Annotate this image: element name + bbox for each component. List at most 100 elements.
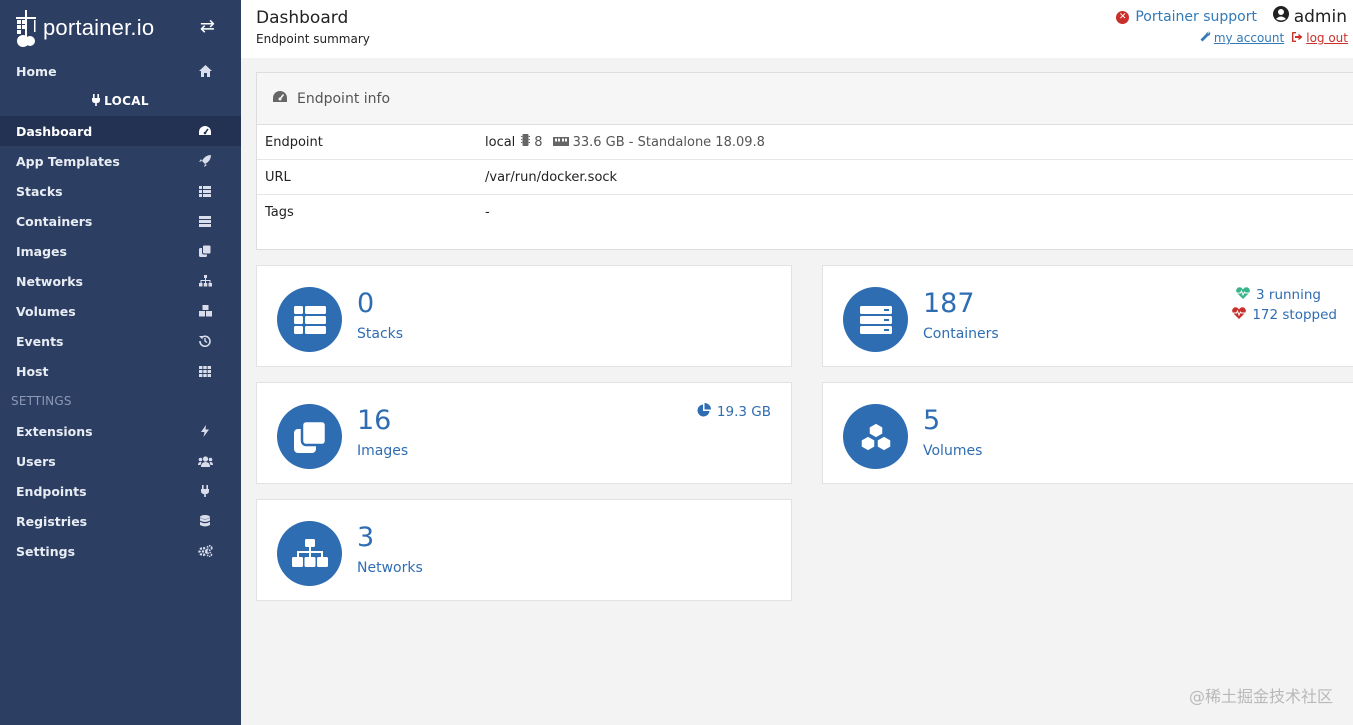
stacks-widget-icon: [277, 287, 342, 352]
support-link[interactable]: ✕ Portainer support: [1116, 9, 1257, 25]
url-key: URL: [265, 169, 291, 185]
images-widget[interactable]: 16 Images 19.3 GB: [256, 382, 792, 484]
sidebar-item-networks[interactable]: Networks: [0, 266, 241, 296]
url-value: /var/run/docker.sock: [485, 169, 618, 185]
sidebar-item-users[interactable]: Users: [0, 446, 241, 476]
tags-key: Tags: [265, 205, 294, 220]
sidebar-settings-heading: SETTINGS: [11, 394, 72, 408]
sidebar-toggle-icon[interactable]: ⇄: [200, 16, 215, 37]
images-count: 16: [357, 405, 392, 436]
th-icon: [197, 364, 213, 378]
sidebar: portainer.io ⇄ Home LOCAL Dashboard App …: [0, 0, 241, 725]
plug-icon: [197, 484, 213, 498]
sidebar-item-registries[interactable]: Registries: [0, 506, 241, 536]
sidebar-item-label: Extensions: [16, 423, 93, 439]
database-icon: [197, 514, 213, 528]
sitemap-icon: [197, 274, 213, 288]
memory-info: 33.6 GB - Standalone 18.09.8: [552, 134, 765, 150]
my-account-link[interactable]: my account: [1200, 31, 1284, 45]
endpoint-info-header: Endpoint info: [257, 73, 1353, 125]
memory-value: 33.6 GB - Standalone 18.09.8: [572, 134, 765, 150]
heartbeat-icon: [1236, 287, 1250, 303]
sidebar-item-images[interactable]: Images: [0, 236, 241, 266]
sidebar-item-label: Networks: [16, 273, 83, 289]
volumes-label: Volumes: [923, 443, 983, 459]
sidebar-item-home[interactable]: Home: [0, 56, 241, 86]
volumes-count: 5: [923, 405, 941, 436]
pie-chart-icon: [697, 403, 711, 421]
images-size-value: 19.3 GB: [716, 404, 771, 420]
tags-value: -: [485, 205, 490, 220]
containers-label: Containers: [923, 326, 999, 342]
cubes-icon: [197, 304, 213, 318]
username: admin: [1293, 6, 1347, 27]
networks-count: 3: [357, 522, 375, 553]
tachometer-icon: [272, 90, 288, 107]
networks-label: Networks: [357, 560, 423, 576]
sidebar-item-label: Users: [16, 453, 56, 469]
sidebar-item-app-templates[interactable]: App Templates: [0, 146, 241, 176]
stacks-count: 0: [357, 288, 375, 319]
sidebar-item-label: App Templates: [16, 153, 120, 169]
brand: portainer.io ⇄: [0, 0, 241, 56]
stacks-label: Stacks: [357, 326, 404, 342]
sidebar-endpoint-label: LOCAL: [0, 86, 241, 116]
sidebar-item-label: Dashboard: [16, 123, 93, 139]
page-header: Dashboard Endpoint summary ✕ Portainer s…: [241, 0, 1353, 58]
logout-label: log out: [1306, 31, 1348, 45]
history-icon: [197, 334, 213, 348]
sidebar-item-settings[interactable]: Settings: [0, 536, 241, 566]
stacks-widget[interactable]: 0 Stacks: [256, 265, 792, 367]
sidebar-item-dashboard[interactable]: Dashboard: [0, 116, 241, 146]
sidebar-item-host[interactable]: Host: [0, 356, 241, 386]
support-label: Portainer support: [1135, 9, 1257, 25]
volumes-widget[interactable]: 5 Volumes: [822, 382, 1353, 484]
sidebar-item-label: Settings: [16, 543, 76, 559]
users-icon: [197, 454, 213, 468]
containers-count: 187: [923, 288, 975, 319]
portainer-logo-icon: [14, 8, 40, 48]
th-list-icon: [197, 184, 213, 198]
url-row: URL /var/run/docker.sock: [257, 160, 1353, 195]
heartbeat-icon: [1232, 307, 1247, 323]
sidebar-item-label: Host: [16, 363, 49, 379]
user-circle-icon: [1272, 6, 1289, 27]
home-icon: [197, 64, 213, 78]
sign-out-icon: [1292, 31, 1303, 45]
sidebar-item-stacks[interactable]: Stacks: [0, 176, 241, 206]
endpoint-name: LOCAL: [104, 94, 149, 108]
containers-widget-icon: [843, 287, 908, 352]
containers-widget[interactable]: 187 Containers 3 running 172 stopped: [822, 265, 1353, 367]
logout-link[interactable]: log out: [1292, 31, 1348, 45]
brand-name: portainer.io: [43, 15, 155, 40]
sidebar-item-endpoints[interactable]: Endpoints: [0, 476, 241, 506]
account-links: my account log out: [1200, 31, 1348, 45]
cogs-icon: [197, 544, 213, 558]
networks-widget[interactable]: 3 Networks: [256, 499, 792, 601]
sidebar-item-label: Volumes: [16, 303, 76, 319]
tags-row: Tags -: [257, 195, 1353, 230]
images-widget-icon: [277, 404, 342, 469]
endpoint-info-title: Endpoint info: [297, 90, 391, 107]
user-menu: admin: [1272, 6, 1347, 27]
rocket-icon: [197, 154, 213, 168]
containers-running: 3 running: [1236, 287, 1337, 303]
stopped-count: 172 stopped: [1252, 307, 1337, 323]
sidebar-item-containers[interactable]: Containers: [0, 206, 241, 236]
networks-widget-icon: [277, 521, 342, 586]
cpu-count-value: 8: [534, 134, 543, 150]
sidebar-item-events[interactable]: Events: [0, 326, 241, 356]
sidebar-item-volumes[interactable]: Volumes: [0, 296, 241, 326]
volumes-widget-icon: [843, 404, 908, 469]
running-count: 3 running: [1256, 287, 1321, 303]
memory-icon: [552, 135, 569, 150]
bolt-icon: [197, 424, 213, 438]
endpoint-key: Endpoint: [265, 134, 323, 150]
microchip-icon: [521, 134, 531, 150]
sidebar-item-label: Containers: [16, 213, 93, 229]
endpoint-value: local 8 33.6 GB - Standalone 18.09.8: [485, 134, 765, 150]
my-account-label: my account: [1213, 31, 1285, 45]
sidebar-item-label: Events: [16, 333, 64, 349]
containers-stopped: 172 stopped: [1232, 307, 1337, 323]
sidebar-item-extensions[interactable]: Extensions: [0, 416, 241, 446]
